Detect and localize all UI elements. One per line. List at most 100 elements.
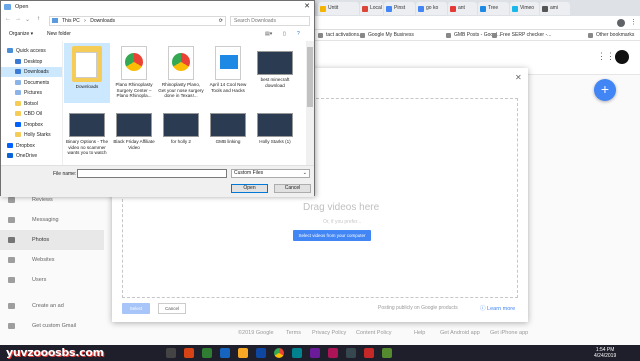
tree-item[interactable]: Dropbox — [1, 141, 62, 151]
taskbar-app-icon[interactable] — [292, 348, 302, 358]
file-name: Plano Rhinoplasty Surgery Center – Plano… — [115, 82, 153, 99]
system-clock[interactable]: 1:54 PM 4/24/2019 — [594, 347, 616, 359]
filetype-value: Custom Files — [234, 170, 264, 176]
close-icon[interactable]: ✕ — [304, 1, 310, 13]
help-icon[interactable]: ? — [297, 28, 300, 41]
select-button[interactable]: Select — [122, 303, 150, 314]
footer-link[interactable]: Get Android app — [440, 330, 480, 336]
back-arrow-icon[interactable]: ← — [5, 16, 11, 22]
bookmark-label: tact activations... — [326, 32, 364, 38]
file-item[interactable]: GMB linking — [205, 105, 251, 165]
tree-item[interactable]: CBD Oil — [1, 109, 62, 119]
browser-tab[interactable]: Local — [360, 2, 383, 15]
profile-avatar[interactable] — [617, 19, 625, 27]
filetype-select[interactable]: Custom Files ⌄ — [231, 169, 310, 178]
refresh-icon[interactable]: ⟳ — [219, 17, 223, 25]
sidebar-item[interactable]: Messaging — [8, 214, 59, 226]
browser-tab[interactable]: Tree — [478, 2, 509, 15]
tree-item[interactable]: Desktop — [1, 57, 62, 67]
address-path[interactable]: This PC › Downloads ⟳ — [49, 16, 226, 26]
taskbar-app-icon[interactable] — [202, 348, 212, 358]
tree-item[interactable]: OneDrive — [1, 151, 62, 161]
tree-item-label: Downloads — [24, 69, 49, 75]
sidebar-item[interactable]: Websites — [8, 254, 55, 266]
tree-item[interactable]: Downloads — [1, 67, 62, 77]
cancel-button[interactable]: Cancel — [158, 303, 186, 314]
tree-item[interactable]: Dropbox — [1, 120, 62, 130]
apps-grid-icon[interactable]: ⋮⋮ — [597, 51, 615, 62]
file-item[interactable]: Binary Options - The video no scammer wa… — [64, 105, 110, 165]
bookmark-item[interactable]: Other bookmarks — [588, 30, 634, 41]
taskbar-app-icon[interactable] — [364, 348, 374, 358]
video-thumbnail — [210, 113, 246, 137]
browser-tab[interactable]: Pinst — [384, 2, 415, 15]
video-thumbnail — [116, 113, 152, 137]
tree-item[interactable]: Quick access — [1, 46, 62, 56]
file-item[interactable]: Plano Rhinoplasty Surgery Center – Plano… — [111, 43, 157, 103]
taskbar-app-icon[interactable] — [346, 348, 356, 358]
taskbar-app-icon[interactable] — [256, 348, 266, 358]
select-videos-button[interactable]: Select videos from your computer — [293, 230, 371, 241]
close-icon[interactable]: ✕ — [515, 73, 522, 82]
taskbar-app-icon[interactable] — [382, 348, 392, 358]
path-segment-downloads[interactable]: Downloads — [90, 18, 115, 24]
taskbar-app-icon[interactable] — [328, 348, 338, 358]
taskbar-app-icon[interactable] — [184, 348, 194, 358]
browser-tab[interactable]: Vimeo — [510, 2, 539, 15]
browser-tab[interactable]: ant — [448, 2, 477, 15]
taskbar-app-icon[interactable] — [310, 348, 320, 358]
account-avatar[interactable] — [615, 50, 629, 64]
footer-link[interactable]: Help — [414, 330, 425, 336]
browser-menu-icon[interactable]: ⋮ — [630, 18, 637, 26]
file-item[interactable]: Rhinoplasty Plano, Get your nose surgery… — [158, 43, 204, 103]
add-fab-button[interactable]: + — [594, 79, 616, 101]
footer-link[interactable]: Terms — [286, 330, 301, 336]
browser-tab[interactable]: Untit — [318, 2, 359, 15]
scrollbar-thumb[interactable] — [307, 47, 313, 107]
taskbar-app-icon[interactable] — [220, 348, 230, 358]
forward-arrow-icon[interactable]: → — [15, 16, 21, 22]
folder-icon — [15, 111, 21, 116]
bookmark-item[interactable]: Google My Business — [360, 30, 414, 41]
footer-link[interactable]: Content Policy — [356, 330, 391, 336]
footer-link[interactable]: Get iPhone app — [490, 330, 528, 336]
view-options-icon[interactable]: ▤▾ — [265, 28, 272, 41]
dialog-bottom-bar: File name: Custom Files ⌄ Open Cancel — [1, 165, 314, 197]
taskbar-app-icon[interactable] — [166, 348, 176, 358]
file-item[interactable]: Downloads — [64, 43, 110, 103]
search-input[interactable] — [230, 16, 310, 26]
preview-pane-icon[interactable]: ▯ — [283, 28, 286, 41]
learn-more-link[interactable]: ⓘ Learn more — [480, 304, 515, 312]
bookmark-item[interactable]: Free SERP checker -... — [492, 30, 551, 41]
footer-link[interactable]: Privacy Policy — [312, 330, 346, 336]
chevron-down-icon[interactable]: ⌄ — [25, 16, 30, 23]
folder-icon — [15, 79, 21, 85]
file-name: Binary Options - The video no scammer wa… — [65, 139, 109, 156]
path-segment-thispc[interactable]: This PC — [62, 18, 80, 24]
new-folder-button[interactable]: New folder — [47, 28, 71, 41]
browser-tab[interactable]: ami — [540, 2, 570, 15]
browser-tab[interactable]: go ko — [416, 2, 447, 15]
file-list-scrollbar[interactable] — [306, 41, 314, 165]
tree-item[interactable]: Documents — [1, 78, 62, 88]
file-item[interactable]: best minecraft download — [252, 43, 298, 103]
chrome-taskbar-icon[interactable] — [274, 348, 284, 358]
cancel-button[interactable]: Cancel — [274, 184, 311, 193]
taskbar-app-icon[interactable] — [238, 348, 248, 358]
tree-item[interactable]: Holly Starks — [1, 130, 62, 140]
file-item[interactable]: Black Friday Affiliate Video — [111, 105, 157, 165]
sidebar-item[interactable]: Create an ad — [8, 300, 64, 312]
file-item[interactable]: April 14 Cool New Tools and Hacks — [205, 43, 251, 103]
organize-menu[interactable]: Organize ▾ — [9, 28, 33, 41]
tree-item[interactable]: Pictures — [1, 88, 62, 98]
file-item[interactable]: for holly 2 — [158, 105, 204, 165]
sidebar-item[interactable]: Users — [8, 274, 46, 286]
filename-input[interactable] — [77, 169, 227, 178]
sidebar-item[interactable]: Photos — [0, 230, 104, 250]
tree-item[interactable]: Botsol — [1, 99, 62, 109]
up-arrow-icon[interactable]: ↑ — [37, 16, 40, 22]
sidebar: Reviews Messaging Photos Websites Users Creat… — [0, 180, 112, 345]
file-item[interactable]: Holly Starks (1) — [252, 105, 298, 165]
bookmark-item[interactable]: tact activations... — [318, 30, 363, 41]
open-button[interactable]: Open — [231, 184, 268, 193]
